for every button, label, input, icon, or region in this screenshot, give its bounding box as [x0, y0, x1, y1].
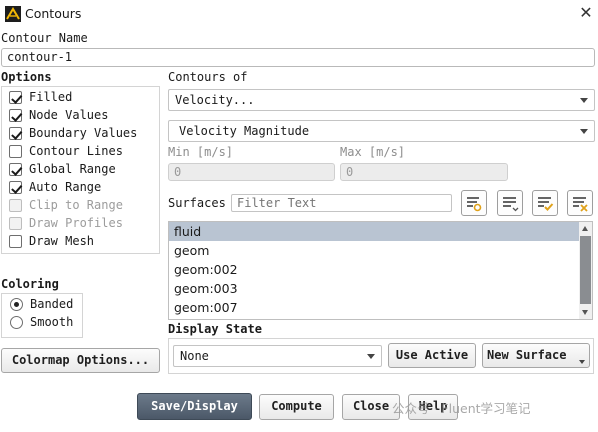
filled-checkbox[interactable] [9, 91, 22, 104]
option-boundary-values[interactable]: Boundary Values [9, 125, 159, 143]
option-global-range[interactable]: Global Range [9, 161, 159, 179]
option-clip-to-range: Clip to Range [9, 197, 159, 215]
coloring-group: Banded Smooth [1, 293, 83, 338]
contour-name-label: Contour Name [1, 31, 88, 45]
new-surface-button[interactable]: New Surface [482, 343, 590, 368]
surfaces-filter-input[interactable] [231, 194, 452, 212]
scroll-thumb[interactable] [580, 236, 591, 304]
chevron-down-icon [579, 360, 585, 364]
min-label: Min [m/s] [168, 145, 234, 159]
coloring-smooth-option[interactable]: Smooth [10, 314, 80, 332]
contour-lines-checkbox[interactable] [9, 145, 22, 158]
use-active-button[interactable]: Use Active [388, 343, 476, 368]
boundary-values-label: Boundary Values [29, 126, 138, 140]
banded-label: Banded [30, 297, 74, 311]
option-draw-mesh[interactable]: Draw Mesh [9, 233, 159, 251]
draw-mesh-checkbox[interactable] [9, 235, 22, 248]
surface-list-item[interactable]: geom:002 [169, 260, 580, 279]
select-surfaces-by-type-button[interactable] [461, 190, 487, 216]
max-label: Max [m/s] [340, 145, 406, 159]
global-range-checkbox[interactable] [9, 163, 22, 176]
min-field[interactable]: 0 [168, 163, 335, 181]
display-state-value: None [180, 349, 209, 363]
chevron-down-icon [580, 98, 588, 103]
auto-range-label: Auto Range [29, 180, 102, 194]
option-node-values[interactable]: Node Values [9, 107, 159, 125]
global-range-label: Global Range [29, 162, 116, 176]
node-values-checkbox[interactable] [9, 109, 22, 122]
surface-list-item[interactable]: geom:007 [169, 298, 580, 317]
window-close-icon[interactable]: ✕ [575, 2, 597, 24]
save-display-button[interactable]: Save/Display [137, 393, 252, 420]
node-values-label: Node Values [29, 108, 109, 122]
smooth-radio[interactable] [10, 316, 23, 329]
option-contour-lines[interactable]: Contour Lines [9, 143, 159, 161]
contours-of-label: Contours of [168, 70, 248, 84]
contours-of-subfield-dropdown[interactable]: Velocity Magnitude [168, 120, 595, 142]
option-auto-range[interactable]: Auto Range [9, 179, 159, 197]
filled-label: Filled [29, 90, 73, 104]
display-state-heading: Display State [168, 322, 262, 336]
draw-profiles-label: Draw Profiles [29, 216, 123, 230]
auto-range-checkbox[interactable] [9, 181, 22, 194]
list-clear-icon [573, 197, 588, 212]
deselect-all-button[interactable] [567, 190, 593, 216]
coloring-banded-option[interactable]: Banded [10, 296, 80, 314]
surfaces-label: Surfaces [168, 196, 226, 210]
watermark: 公众号 · Fluent学习笔记 [392, 401, 531, 416]
title-bar [0, 0, 598, 28]
options-heading: Options [1, 70, 52, 84]
list-check-icon [538, 197, 554, 211]
new-surface-label: New Surface [487, 348, 567, 362]
scroll-down-icon[interactable] [582, 310, 588, 315]
compute-button[interactable]: Compute [259, 394, 334, 420]
scroll-up-icon[interactable] [582, 226, 588, 231]
surfaces-scrollbar[interactable] [579, 222, 592, 319]
contour-lines-label: Contour Lines [29, 144, 123, 158]
draw-mesh-label: Draw Mesh [29, 234, 95, 248]
smooth-label: Smooth [30, 315, 74, 329]
options-group: Filled Node Values Boundary Values Contour … [1, 86, 160, 254]
surface-list-item[interactable]: geom:003 [169, 279, 580, 298]
banded-radio[interactable] [10, 298, 23, 311]
contour-name-field[interactable]: contour-1 [1, 48, 595, 67]
contours-of-value: Velocity... [175, 93, 255, 107]
draw-profiles-checkbox [9, 217, 22, 230]
colormap-options-button[interactable]: Colormap Options... [1, 348, 160, 373]
display-state-dropdown[interactable]: None [173, 345, 382, 367]
chevron-down-icon [367, 354, 375, 359]
select-all-button[interactable] [532, 190, 558, 216]
coloring-heading: Coloring [1, 277, 59, 291]
contours-of-dropdown[interactable]: Velocity... [168, 89, 595, 111]
ansys-app-icon [5, 6, 21, 22]
boundary-values-checkbox[interactable] [9, 127, 22, 140]
list-dropdown-icon [503, 197, 519, 212]
surfaces-list[interactable]: fluid geom geom:002 geom:003 geom:007 [168, 221, 593, 320]
clip-to-range-checkbox [9, 199, 22, 212]
surface-list-item[interactable]: fluid [169, 222, 580, 241]
chevron-down-icon [580, 129, 588, 134]
option-draw-profiles: Draw Profiles [9, 215, 159, 233]
list-filter-icon [467, 197, 482, 212]
max-field[interactable]: 0 [340, 163, 508, 181]
surface-list-item[interactable]: geom [169, 241, 580, 260]
clip-to-range-label: Clip to Range [29, 198, 123, 212]
subfield-value: Velocity Magnitude [179, 124, 310, 138]
window-title: Contours [25, 6, 82, 21]
list-options-dropdown-button[interactable] [497, 190, 523, 216]
option-filled[interactable]: Filled [9, 89, 159, 107]
